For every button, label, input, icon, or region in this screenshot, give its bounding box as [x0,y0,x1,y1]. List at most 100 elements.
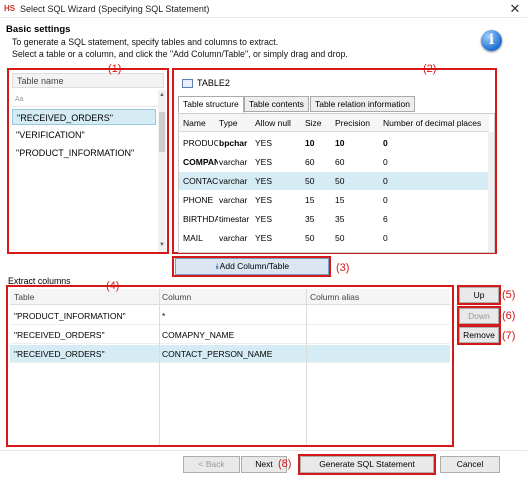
table-cell: 6 [383,214,388,224]
column-header[interactable]: Number of decimal places [383,118,488,128]
column-header[interactable]: Size [305,118,333,128]
table-row[interactable]: BIRTHDA timestar YES 35 35 6 [179,210,489,228]
callout-4: (4) [106,280,120,292]
scrollbar[interactable]: ▲ ▼ [158,90,166,252]
extract-row[interactable]: "RECEIVED_ORDERS" CONTACT_PERSON_NAME [10,345,450,363]
callout-3: (3) [336,262,350,274]
extract-columns-grid: Table Column Column alias "PRODUCT_INFORMAT… [10,289,450,445]
close-icon[interactable]: ✕ [506,1,524,17]
scroll-up-icon[interactable]: ▲ [159,92,165,98]
callout-6: (6) [502,310,516,322]
table-cell: timestar [219,214,250,224]
table-structure-grid: Name Type Allow null Size Precision Number of… [178,113,495,253]
callout-8: (8) [278,458,292,470]
table-list-item[interactable]: "PRODUCT_INFORMATION" [12,145,156,161]
table-cell: YES [255,157,273,167]
table-cell: 0 [383,233,388,243]
footer-divider [0,450,527,451]
extract-columns-panel: Table Column Column alias "PRODUCT_INFORMAT… [6,285,454,447]
table-cell: 0 [383,138,388,148]
generate-sql-button[interactable]: Generate SQL Statement [300,456,434,473]
scroll-down-icon[interactable]: ▼ [159,242,165,248]
table-cell: 35 [305,214,315,224]
column-divider [306,289,307,445]
table-cell: YES [255,138,273,148]
extract-row[interactable]: "PRODUCT_INFORMATION" * [10,307,450,325]
extract-cell: CONTACT_PERSON_NAME [162,349,273,359]
table-list-item[interactable]: "RECEIVED_ORDERS" [12,109,156,125]
callout-5: (5) [502,289,516,301]
table-cell: 0 [383,176,388,186]
column-header[interactable]: Name [183,118,218,128]
table-icon [182,79,193,88]
table-cell: PHONE [183,195,214,205]
table-cell: varchar [219,176,248,186]
column-header[interactable]: Type [219,118,253,128]
table-cell: PRODUC [183,138,218,148]
callout-1: (1) [108,63,122,75]
extract-cell: "PRODUCT_INFORMATION" [14,311,126,321]
table-cell: 10 [305,138,315,148]
table-cell: 50 [305,176,315,186]
table-list-item[interactable]: "VERIFICATION" [12,127,156,143]
back-button[interactable]: < Back [183,456,240,473]
extract-cell: * [162,311,166,321]
tab-relation[interactable]: Table relation information [310,96,415,112]
app-icon: HS [4,4,16,13]
column-header[interactable]: Precision [335,118,381,128]
table-cell: MAIL [183,233,203,243]
section-heading: Basic settings [6,24,71,35]
table-cell: varchar [219,157,248,167]
cancel-button[interactable]: Cancel [440,456,500,473]
add-column-table-button[interactable]: ⯯Add Column/Table [175,258,329,275]
info-icon: i [481,30,502,51]
table-cell: bpchar [219,138,248,148]
table-cell: varchar [219,195,248,205]
table-cell: 15 [335,195,345,205]
table-cell: YES [255,233,273,243]
scrollbar[interactable] [488,132,494,252]
extract-cell: "RECEIVED_ORDERS" [14,349,105,359]
table-cell: 0 [383,195,388,205]
up-button[interactable]: Up [459,287,499,303]
table-cell: 10 [335,138,345,148]
column-divider [159,289,160,445]
add-button-label: Add Column/Table [219,261,290,271]
column-header[interactable]: Column alias [310,292,359,302]
table-cell: varchar [219,233,248,243]
table-detail-panel: TABLE2 Table structure Table contents Tabl… [172,68,497,254]
table-row[interactable]: COMPAN varchar YES 60 60 0 [179,153,489,171]
table-cell: CONTAC [183,176,218,186]
table-cell: 0 [383,157,388,167]
title-bar: HS Select SQL Wizard (Specifying SQL Sta… [0,0,527,18]
extract-cell: "RECEIVED_ORDERS" [14,330,105,340]
tab-structure[interactable]: Table structure [178,96,244,113]
column-header[interactable]: Allow null [255,118,303,128]
table-cell: YES [255,214,273,224]
selected-table-name: TABLE2 [197,78,230,88]
table-cell: 60 [335,157,345,167]
table-row[interactable]: MAIL varchar YES 50 50 0 [179,229,489,247]
tab-contents[interactable]: Table contents [244,96,309,112]
scroll-thumb[interactable] [159,112,165,152]
table-cell: 50 [335,176,345,186]
table-cell: 35 [335,214,345,224]
table-name-header[interactable]: Table name [12,73,164,88]
table-row[interactable]: PRODUC bpchar YES 10 10 0 [179,134,489,152]
window-title: Select SQL Wizard (Specifying SQL Statem… [20,4,210,14]
table-cell: COMPAN [183,157,218,167]
grid-header: Table Column Column alias [10,289,450,305]
table-cell: YES [255,195,273,205]
table-list-panel: Table name Aa "RECEIVED_ORDERS" "VERIFICA… [7,68,169,254]
table-row[interactable]: CONTAC varchar YES 50 50 0 [179,172,489,190]
table-filter-input[interactable]: Aa [15,96,24,103]
divider [12,106,160,107]
column-header[interactable]: Table [14,292,34,302]
table-row[interactable]: PHONE varchar YES 15 15 0 [179,191,489,209]
down-button[interactable]: Down [459,308,499,324]
remove-button[interactable]: Remove [459,327,499,343]
table-cell: YES [255,176,273,186]
extract-cell: COMAPNY_NAME [162,330,235,340]
column-header[interactable]: Column [162,292,191,302]
extract-row[interactable]: "RECEIVED_ORDERS" COMAPNY_NAME [10,326,450,344]
